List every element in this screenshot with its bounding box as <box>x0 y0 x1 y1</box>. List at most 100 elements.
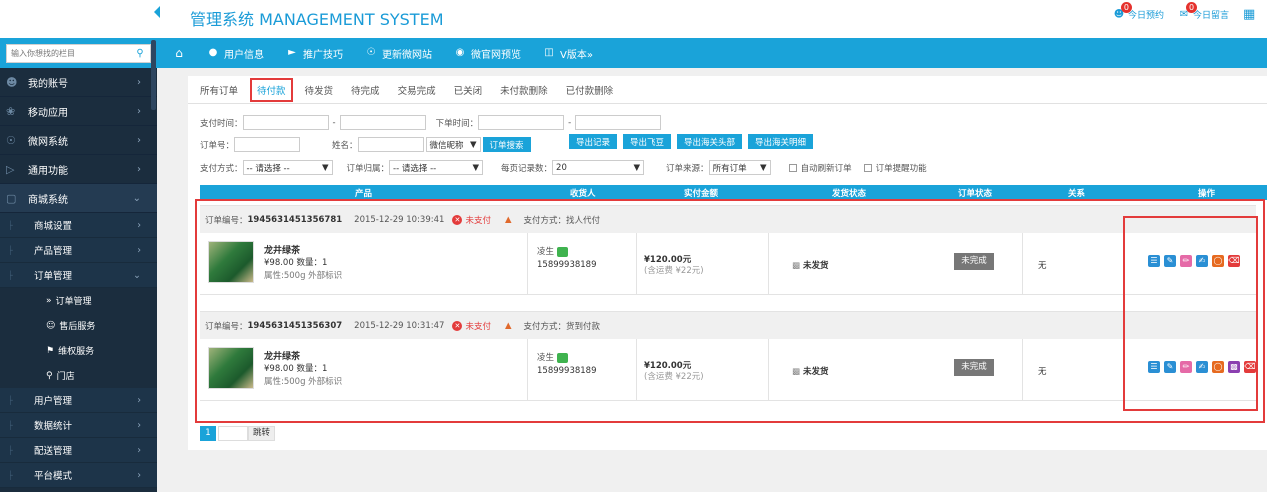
top-nav: ⌂ ● 用户信息 ► 推广技巧 ☉ 更新微网站 ◉ 微官网预览 ◫ V版本» <box>157 38 1267 68</box>
export-customs-detail-button[interactable]: 导出海关明细 <box>748 134 814 149</box>
nav-update-site[interactable]: ☉ 更新微网站 <box>365 46 432 61</box>
pay-time-start-input[interactable] <box>242 115 329 130</box>
col-amount: 实付金额 <box>684 189 719 199</box>
order-no-input[interactable] <box>234 137 301 152</box>
globe-icon: ☉ <box>6 133 16 147</box>
qrcode-button[interactable]: ▦ <box>1243 6 1256 22</box>
export-customs-header-button[interactable]: 导出海关头部 <box>677 134 743 149</box>
tab-pending-payment[interactable]: 待付款 <box>250 77 293 102</box>
tab-pending-shipment[interactable]: 待发货 <box>303 79 336 101</box>
nav-promotion[interactable]: ► 推广技巧 <box>286 46 343 61</box>
order-time-end-input[interactable] <box>575 115 662 130</box>
page-current[interactable]: 1 <box>200 426 216 441</box>
sidebar-item-platform[interactable]: ├ 平台模式 › <box>0 463 157 488</box>
sidebar-item-rights[interactable]: ⚑ 维权服务 <box>0 338 157 363</box>
message-label: 今日留言 <box>1192 11 1229 21</box>
apps-icon: ❀ <box>6 104 16 118</box>
col-product: 产品 <box>355 189 373 199</box>
tab-closed[interactable]: 已关闭 <box>452 79 485 101</box>
name-label: 姓名： <box>332 140 358 151</box>
sidebar-item-product-mgmt[interactable]: ├ 产品管理 › <box>0 238 157 263</box>
qrcode-icon: ▦ <box>1243 6 1256 22</box>
export-feidou-button[interactable]: 导出飞豆 <box>623 134 672 149</box>
sub-label: 用户管理 <box>34 396 73 407</box>
appointment-label: 今日预约 <box>1127 11 1164 21</box>
sub-label: 数据统计 <box>34 421 73 432</box>
order-time-label: 下单时间： <box>435 118 479 129</box>
table-header: 产品 收货人 实付金额 发货状态 订单状态 关系 操作 <box>200 185 1267 200</box>
sidebar-item-store[interactable]: ⚲ 门店 <box>0 363 157 388</box>
source-value: 所有订单 <box>712 163 747 174</box>
page-jump-input[interactable] <box>218 426 248 441</box>
search-icon[interactable]: ⚲ <box>134 48 146 60</box>
sidebar-item-order-mgmt-current[interactable]: » 订单管理 <box>0 288 157 313</box>
pagination: 1 跳转 <box>200 426 276 441</box>
sidebar-item-user-mgmt[interactable]: ├ 用户管理 › <box>0 388 157 413</box>
sidebar-item-account[interactable]: ☻ 我的账号 › <box>0 68 157 97</box>
source-select[interactable]: 所有订单 ▼ <box>708 160 771 175</box>
chevron-right-icon: › <box>137 244 141 256</box>
tab-unpaid-deleted[interactable]: 未付款删除 <box>498 79 550 101</box>
order-no-label: 订单号： <box>200 140 235 151</box>
today-appointment-button[interactable]: 0 ☻ 今日预约 <box>1113 2 1164 21</box>
per-page-select[interactable]: 20 ▼ <box>552 160 645 175</box>
sidebar-search-box: ⚲ <box>6 44 151 63</box>
chevron-right-icon: › <box>137 219 141 231</box>
sidebar-item-after-sales[interactable]: ☺ 售后服务 <box>0 313 157 338</box>
sidebar-item-statistics[interactable]: ├ 数据统计 › <box>0 413 157 438</box>
nav-preview[interactable]: ◉ 微官网预览 <box>454 46 521 61</box>
order-time-start-input[interactable] <box>478 115 565 130</box>
pay-method-value: -- 请选择 -- <box>246 163 290 174</box>
name-input[interactable] <box>357 137 424 152</box>
col-receiver: 收货人 <box>570 189 596 199</box>
sidebar-item-order-mgmt[interactable]: ├ 订单管理 ⌄ <box>0 263 157 288</box>
chevron-right-icon: › <box>137 469 141 481</box>
today-message-button[interactable]: 0 ✉ 今日留言 <box>1178 2 1229 21</box>
pay-method-select[interactable]: -- 请选择 -- ▼ <box>242 160 333 175</box>
tree-line-icon: ├ <box>8 420 13 430</box>
tab-pending-complete[interactable]: 待完成 <box>349 79 382 101</box>
source-label: 订单来源： <box>666 163 709 174</box>
logo-area <box>0 0 157 38</box>
sub-label: 门店 <box>56 372 75 382</box>
pay-method-label: 支付方式： <box>200 163 243 174</box>
sidebar-item-mobile-apps[interactable]: ❀ 移动应用 › <box>0 97 157 126</box>
export-records-button[interactable]: 导出记录 <box>569 134 618 149</box>
nav-label: 微官网预览 <box>471 49 521 61</box>
pay-time-end-input[interactable] <box>339 115 426 130</box>
sidebar-scrollbar[interactable] <box>151 40 156 110</box>
nav-version[interactable]: ◫ V版本» <box>543 46 593 61</box>
version-icon: ◫ <box>544 47 554 58</box>
nickname-select[interactable]: 微信昵称 ▼ <box>425 137 481 152</box>
nav-user-info[interactable]: ● 用户信息 <box>207 46 264 61</box>
tab-paid-deleted[interactable]: 已付款删除 <box>564 79 616 101</box>
remind-label: 订单提醒功能 <box>875 163 927 174</box>
sidebar-item-mall[interactable]: ▢ 商城系统 ⌄ <box>0 184 157 213</box>
tab-completed[interactable]: 交易完成 <box>396 79 438 101</box>
page-jump-button[interactable]: 跳转 <box>248 426 276 441</box>
auto-refresh-checkbox[interactable] <box>788 163 797 172</box>
sidebar-item-mall-settings[interactable]: ├ 商城设置 › <box>0 213 157 238</box>
tab-all[interactable]: 所有订单 <box>198 79 240 101</box>
chevron-right-icon: › <box>137 444 141 456</box>
order-search-button[interactable]: 订单搜索 <box>482 137 531 152</box>
sidebar-item-general[interactable]: ▷ 通用功能 › <box>0 155 157 184</box>
chevron-right-icon: › <box>137 134 141 146</box>
sidebar-search-input[interactable] <box>11 49 121 58</box>
remind-checkbox[interactable] <box>863 163 872 172</box>
sidebar-item-micro-site[interactable]: ☉ 微网系统 › <box>0 126 157 155</box>
sidebar: ⚲ ☻ 我的账号 › ❀ 移动应用 › ☉ 微网系统 › ▷ 通用功能 › ▢ … <box>0 38 157 492</box>
user-icon: ☻ <box>6 75 18 89</box>
filter-row-search: 订单号： 姓名： 微信昵称 ▼ 订单搜索 <box>200 137 531 152</box>
dropdown-arrow-icon: ▼ <box>469 139 477 150</box>
nav-home[interactable]: ⌂ <box>173 47 185 59</box>
sidebar-item-delivery[interactable]: ├ 配送管理 › <box>0 438 157 463</box>
sidebar-toggle-icon[interactable] <box>154 6 160 18</box>
order-category-select[interactable]: -- 请选择 -- ▼ <box>389 160 484 175</box>
headset-icon: ☺ <box>46 320 56 331</box>
sub-label: 维权服务 <box>58 347 95 357</box>
order-tabs: 所有订单 待付款 待发货 待完成 交易完成 已关闭 未付款删除 已付款删除 <box>188 76 1267 104</box>
dropdown-arrow-icon: ▼ <box>321 162 329 173</box>
chevron-down-icon: ⌄ <box>133 269 141 281</box>
sub-label: 订单管理 <box>55 297 92 307</box>
